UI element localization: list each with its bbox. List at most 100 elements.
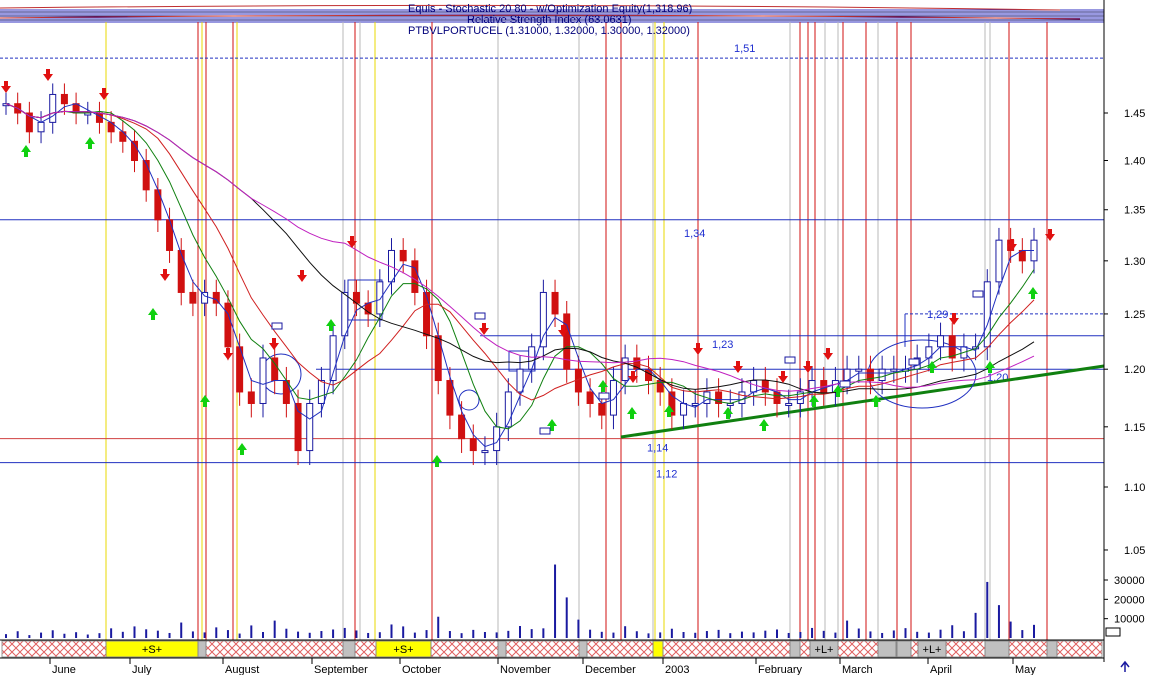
signal-band-segment [1046, 640, 1058, 658]
signal-band-label: +S+ [142, 644, 162, 656]
volume-tick-label: 10000 [1114, 614, 1145, 626]
volume-bar [1009, 621, 1012, 638]
volume-bar [881, 632, 884, 638]
candle [691, 402, 699, 406]
volume-bar [799, 632, 802, 638]
volume-bar [705, 631, 708, 638]
exit-marker-icon [271, 322, 283, 330]
sell-arrow-icon [99, 88, 109, 100]
candle [598, 402, 606, 416]
volume-bar [565, 597, 568, 638]
month-label: 2003 [665, 664, 689, 675]
price-tick-label: 1.40 [1124, 156, 1145, 168]
candle [481, 450, 489, 454]
volume-bar [145, 629, 148, 638]
volume-bar [28, 635, 31, 638]
volume-bar [378, 632, 381, 638]
candle [551, 291, 559, 315]
candle [995, 239, 1003, 283]
volume-bar [203, 632, 206, 638]
volume-bar [355, 630, 358, 638]
month-label: February [758, 664, 803, 675]
sell-arrow-icon [1, 81, 11, 93]
volume-bar [834, 632, 837, 638]
volume-bar [962, 631, 965, 638]
buy-arrow-icon [809, 395, 819, 407]
candle [586, 391, 594, 404]
volume-bar [682, 632, 685, 638]
candle [411, 260, 419, 293]
buy-arrow-icon [985, 361, 995, 373]
month-label: August [225, 664, 259, 675]
candle [166, 219, 174, 251]
volume-bar [437, 616, 440, 638]
candle [119, 131, 127, 142]
candle [224, 302, 232, 348]
volume-bar [367, 632, 370, 638]
price-tick-label: 1.05 [1124, 545, 1145, 557]
volume-bar [121, 631, 124, 638]
sell-arrow-icon [223, 348, 233, 360]
volume-bar [75, 632, 78, 638]
chart-window: 1,51 1,34 1,29 1,23 1,20 1,14 1,12 1.45 1.40 1.35… [0, 0, 1151, 675]
level-label: 1,34 [684, 228, 705, 240]
volume-bar [822, 630, 825, 638]
volume-bar [63, 633, 66, 638]
volume-bar [694, 632, 697, 638]
candle [516, 368, 524, 393]
volume-bar [1021, 630, 1024, 638]
volume-bar [156, 630, 159, 638]
candle [317, 380, 325, 404]
candle [142, 160, 150, 191]
candle [60, 93, 68, 105]
candle [878, 368, 886, 382]
candle [983, 281, 991, 348]
candle [621, 357, 629, 382]
volume-bar [904, 628, 907, 638]
month-label: October [402, 664, 441, 675]
candle [49, 93, 57, 123]
volume-bar [250, 625, 253, 638]
volume-bar [764, 630, 767, 638]
candle [855, 368, 863, 372]
price-tick-label: 1.35 [1124, 205, 1145, 217]
volume-bar [530, 629, 533, 638]
sell-arrow-icon [949, 313, 959, 325]
sell-arrow-icon [733, 361, 743, 373]
level-label: 1,14 [647, 443, 668, 455]
volume-bar [1033, 624, 1035, 638]
volume-tick-label: 20000 [1114, 594, 1145, 606]
volume-bar [612, 632, 615, 638]
volume-bar [191, 631, 194, 638]
volume-bar [320, 631, 323, 638]
volume-bar [589, 629, 592, 638]
month-label: June [52, 664, 76, 675]
volume-bar [168, 632, 171, 638]
volume-bar [273, 620, 276, 638]
exit-marker-icon [784, 356, 796, 364]
signal-band-label: +S+ [393, 644, 413, 656]
buy-arrow-icon [871, 395, 881, 407]
volume-bar [670, 628, 673, 638]
volume-bar [425, 630, 428, 638]
price-tick-label: 1.30 [1124, 256, 1145, 268]
candle [528, 346, 536, 370]
month-label: May [1015, 664, 1036, 675]
sell-arrow-icon [269, 338, 279, 350]
volume-bar [740, 631, 743, 638]
volume-bar [635, 631, 638, 638]
buy-arrow-icon [432, 455, 442, 467]
volume-bar [986, 581, 989, 638]
candle [680, 402, 688, 416]
buy-arrow-icon [237, 443, 247, 455]
signal-band-segment [652, 640, 664, 658]
candle [189, 291, 197, 304]
price-tick-label: 1.25 [1124, 309, 1145, 321]
candle [785, 402, 793, 406]
volume-bar [472, 629, 475, 638]
volume-bar [927, 632, 930, 638]
price-tick-label: 1.45 [1124, 108, 1145, 120]
candle [341, 291, 349, 337]
volume-bar [811, 627, 814, 638]
volume-bar [343, 627, 346, 638]
